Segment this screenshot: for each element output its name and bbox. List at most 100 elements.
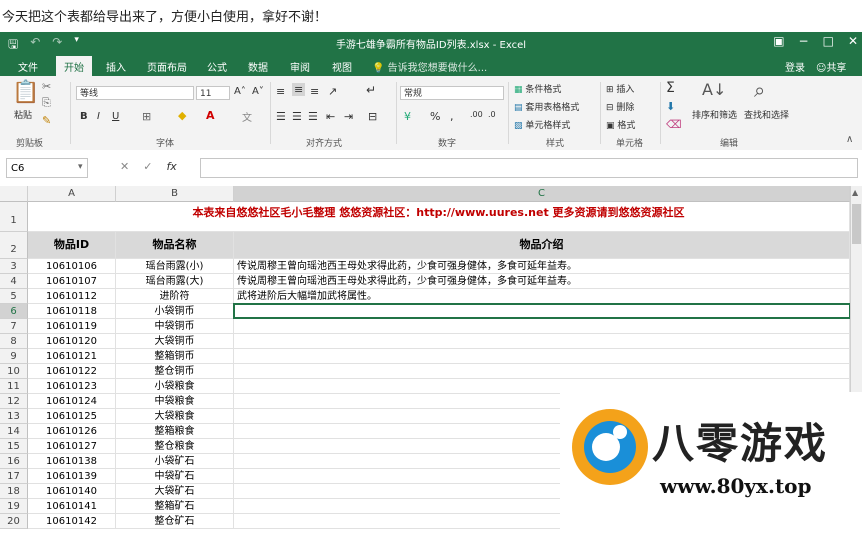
row-header[interactable]: 10 [0, 364, 28, 379]
copy-icon[interactable]: ⎘ [42, 96, 51, 110]
align-left-icon[interactable]: ☰ [276, 110, 286, 123]
row-header[interactable]: 12 [0, 394, 28, 409]
phonetic-icon[interactable]: 文 [242, 109, 252, 124]
maximize-icon[interactable]: □ [823, 34, 834, 48]
cell-a12[interactable]: 10610124 [28, 394, 116, 409]
tell-me-box[interactable]: 💡 告诉我您想要做什么... [372, 59, 487, 74]
cell-a17[interactable]: 10610139 [28, 469, 116, 484]
underline-icon[interactable]: U [112, 111, 119, 122]
cell-b3[interactable]: 瑶台雨露(小) [116, 259, 234, 274]
cell-b17[interactable]: 中袋矿石 [116, 469, 234, 484]
cell-a15[interactable]: 10610127 [28, 439, 116, 454]
align-top-icon[interactable]: ≡ [276, 85, 285, 98]
cell-a4[interactable]: 10610107 [28, 274, 116, 289]
tab-formulas[interactable]: 公式 [207, 59, 227, 74]
cell-b10[interactable]: 整仓铜币 [116, 364, 234, 379]
row-header[interactable]: 15 [0, 439, 28, 454]
font-name-combo[interactable]: 等线 [76, 86, 194, 100]
close-icon[interactable]: ✕ [848, 34, 858, 48]
conditional-formatting-button[interactable]: ▦ 条件格式 [514, 82, 561, 95]
font-size-combo[interactable]: 11 [196, 86, 230, 100]
cell-a3[interactable]: 10610106 [28, 259, 116, 274]
row-header[interactable]: 7 [0, 319, 28, 334]
row-header[interactable]: 8 [0, 334, 28, 349]
align-bottom-icon[interactable]: ≡ [310, 85, 319, 98]
align-center-icon[interactable]: ☰ [292, 110, 302, 123]
cell-c8[interactable] [234, 334, 850, 349]
insert-cells-button[interactable]: ⊞ 插入 [606, 82, 634, 95]
row-header[interactable]: 3 [0, 259, 28, 274]
paste-icon[interactable]: 📋 [12, 80, 39, 105]
row-header[interactable]: 1 [0, 202, 28, 232]
cell-a19[interactable]: 10610141 [28, 499, 116, 514]
cell-a10[interactable]: 10610122 [28, 364, 116, 379]
row-header[interactable]: 20 [0, 514, 28, 529]
comma-icon[interactable]: , [450, 110, 454, 123]
number-format-combo[interactable]: 常规 [400, 86, 504, 100]
column-header-b[interactable]: B [116, 186, 234, 202]
tab-file[interactable]: 文件 [18, 59, 38, 74]
row-header[interactable]: 16 [0, 454, 28, 469]
cell-b11[interactable]: 小袋粮食 [116, 379, 234, 394]
row-header[interactable]: 18 [0, 484, 28, 499]
cell-c2[interactable]: 物品介绍 [234, 232, 850, 259]
collapse-ribbon-icon[interactable]: ∧ [846, 134, 853, 145]
find-select-label[interactable]: 查找和选择 [744, 108, 789, 121]
format-as-table-button[interactable]: ▤ 套用表格格式 [514, 100, 579, 113]
row-header[interactable]: 5 [0, 289, 28, 304]
cell-c1[interactable]: 本表来自悠悠社区毛小毛整理 悠悠资源社区：http://www.uures.ne… [28, 202, 850, 232]
cell-a8[interactable]: 10610120 [28, 334, 116, 349]
cut-icon[interactable]: ✂ [42, 80, 51, 93]
decrease-indent-icon[interactable]: ⇤ [326, 110, 335, 123]
cell-c7[interactable] [234, 319, 850, 334]
cell-b4[interactable]: 瑶台雨露(大) [116, 274, 234, 289]
increase-indent-icon[interactable]: ⇥ [344, 110, 353, 123]
row-header[interactable]: 9 [0, 349, 28, 364]
cell-b13[interactable]: 大袋粮食 [116, 409, 234, 424]
orientation-icon[interactable]: ↗ [328, 85, 337, 98]
cell-b16[interactable]: 小袋矿石 [116, 454, 234, 469]
cell-c9[interactable] [234, 349, 850, 364]
minimize-icon[interactable]: − [799, 34, 809, 48]
cell-b6[interactable]: 小袋铜币 [116, 304, 234, 319]
cancel-icon[interactable]: ✕ [120, 160, 129, 173]
fill-color-icon[interactable]: ◆ [178, 109, 186, 122]
cell-c10[interactable] [234, 364, 850, 379]
merge-center-icon[interactable]: ⊟ [368, 110, 377, 123]
cell-b2[interactable]: 物品名称 [116, 232, 234, 259]
cell-b19[interactable]: 整箱矿石 [116, 499, 234, 514]
row-header[interactable]: 19 [0, 499, 28, 514]
cell-a5[interactable]: 10610112 [28, 289, 116, 304]
shrink-font-icon[interactable]: A˅ [252, 86, 264, 97]
scroll-thumb[interactable] [852, 204, 861, 244]
row-header[interactable]: 13 [0, 409, 28, 424]
grow-font-icon[interactable]: A˄ [234, 86, 246, 97]
align-right-icon[interactable]: ☰ [308, 110, 318, 123]
italic-icon[interactable]: I [97, 111, 100, 122]
cell-a6[interactable]: 10610118 [28, 304, 116, 319]
sort-filter-label[interactable]: 排序和筛选 [692, 108, 737, 121]
ribbon-display-icon[interactable]: ▣ [773, 34, 784, 48]
cell-a14[interactable]: 10610126 [28, 424, 116, 439]
scroll-up-icon[interactable]: ▲ [852, 188, 858, 197]
tab-insert[interactable]: 插入 [106, 59, 126, 74]
find-select-icon[interactable]: ⌕ [754, 78, 765, 102]
delete-cells-button[interactable]: ⊟ 删除 [606, 100, 634, 113]
percent-icon[interactable]: % [430, 110, 440, 123]
tab-data[interactable]: 数据 [248, 59, 268, 74]
insert-function-icon[interactable]: fx [166, 160, 176, 173]
decrease-decimal-icon[interactable]: .0 [488, 110, 496, 119]
cell-a13[interactable]: 10610125 [28, 409, 116, 424]
cell-styles-button[interactable]: ▧ 单元格样式 [514, 118, 570, 131]
paste-label[interactable]: 粘贴 [14, 108, 32, 121]
tab-view[interactable]: 视图 [332, 59, 352, 74]
cell-b20[interactable]: 整仓矿石 [116, 514, 234, 529]
row-header[interactable]: 4 [0, 274, 28, 289]
autosum-icon[interactable]: Σ [666, 80, 675, 96]
cell-a7[interactable]: 10610119 [28, 319, 116, 334]
currency-icon[interactable]: ¥ [404, 110, 411, 123]
login-link[interactable]: 登录 [785, 59, 805, 74]
cell-b12[interactable]: 中袋粮食 [116, 394, 234, 409]
cell-b7[interactable]: 中袋铜币 [116, 319, 234, 334]
bold-icon[interactable]: B [80, 111, 88, 122]
